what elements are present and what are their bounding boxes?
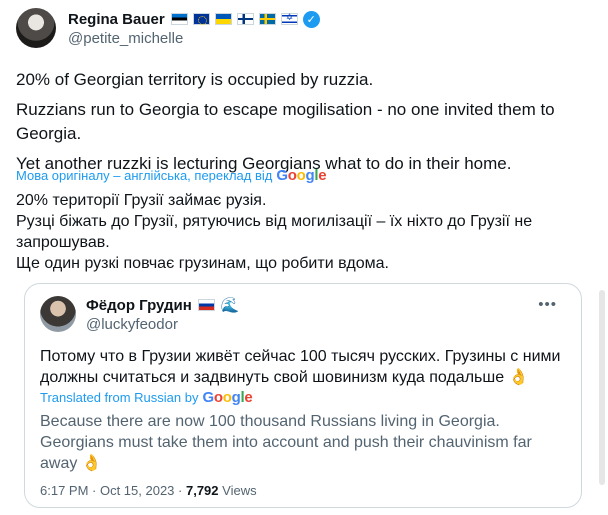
verified-badge-icon: ✓ <box>302 10 320 28</box>
scrollbar[interactable] <box>599 290 605 485</box>
tweet-line: 20% of Georgian territory is occupied by… <box>16 70 374 89</box>
google-logo-icon: Google <box>202 389 252 406</box>
quoted-timestamp[interactable]: 6:17 PM · Oct 15, 2023 · <box>40 483 182 498</box>
translate-label: Мова оригіналу – англійська, переклад ві… <box>16 168 273 183</box>
quoted-author-handle[interactable]: @luckyfeodor <box>86 316 240 333</box>
tweet-text: 20% of Georgian territory is occupied by… <box>16 68 596 182</box>
author-block: Regina Bauer ✓ @petite_michelle <box>68 9 320 47</box>
estonia-flag-icon <box>170 13 188 25</box>
translation-attribution[interactable]: Мова оригіналу – англійська, переклад ві… <box>16 167 327 184</box>
translation-line: Рузці біжать до Грузії, рятуючись від мо… <box>16 213 533 251</box>
finland-flag-icon <box>236 13 254 25</box>
ok-hand-icon: 👌 <box>508 369 529 386</box>
avatar[interactable] <box>16 8 56 48</box>
author-name[interactable]: Regina Bauer <box>68 11 165 28</box>
quoted-translation-attribution[interactable]: Translated from Russian by Google <box>40 389 253 406</box>
translation-line: 20% території Грузії займає рузія. <box>16 192 267 209</box>
quoted-tweet[interactable]: Фёдор Грудин 🌊 @luckyfeodor ••• Потому ч… <box>24 283 582 508</box>
tweet-line: Ruzzians run to Georgia to escape mogili… <box>16 100 555 143</box>
quoted-avatar[interactable] <box>40 296 76 332</box>
tweet: Regina Bauer ✓ @petite_michelle 20% of G… <box>0 0 608 515</box>
quoted-text: Потому что в Грузии живёт сейчас 100 тыс… <box>40 346 570 388</box>
more-options-icon[interactable]: ••• <box>538 296 557 313</box>
translation-line: Ще один рузкі повчає грузинам, що робити… <box>16 255 389 272</box>
author-handle[interactable]: @petite_michelle <box>68 30 320 47</box>
quoted-author-name[interactable]: Фёдор Грудин <box>86 297 192 314</box>
quoted-translation-body: Because there are now 100 thousand Russi… <box>40 413 532 472</box>
quoted-translate-label: Translated from Russian by <box>40 390 199 405</box>
wave-icon: 🌊 <box>220 297 240 314</box>
ukraine-flag-icon <box>214 13 232 25</box>
ok-hand-icon: 👌 <box>81 455 102 472</box>
google-logo-text: Google <box>276 167 327 184</box>
eu-flag-icon <box>192 13 210 25</box>
russia-flag-icon <box>197 299 215 311</box>
israel-flag-icon <box>280 12 298 25</box>
quoted-text-body: Потому что в Грузии живёт сейчас 100 тыс… <box>40 348 561 386</box>
quoted-translation: Because there are now 100 thousand Russi… <box>40 411 560 474</box>
quoted-metadata: 6:17 PM · Oct 15, 2023 · 7,792 Views <box>40 483 257 498</box>
tweet-translation: 20% території Грузії займає рузія. Рузці… <box>16 190 576 274</box>
views-label: Views <box>222 483 257 498</box>
views-count: 7,792 <box>185 483 219 498</box>
sweden-flag-icon <box>258 13 276 25</box>
google-logo-icon: Google <box>276 167 326 184</box>
google-logo-text: Google <box>202 389 253 406</box>
quoted-author-block: Фёдор Грудин 🌊 @luckyfeodor <box>86 296 240 334</box>
